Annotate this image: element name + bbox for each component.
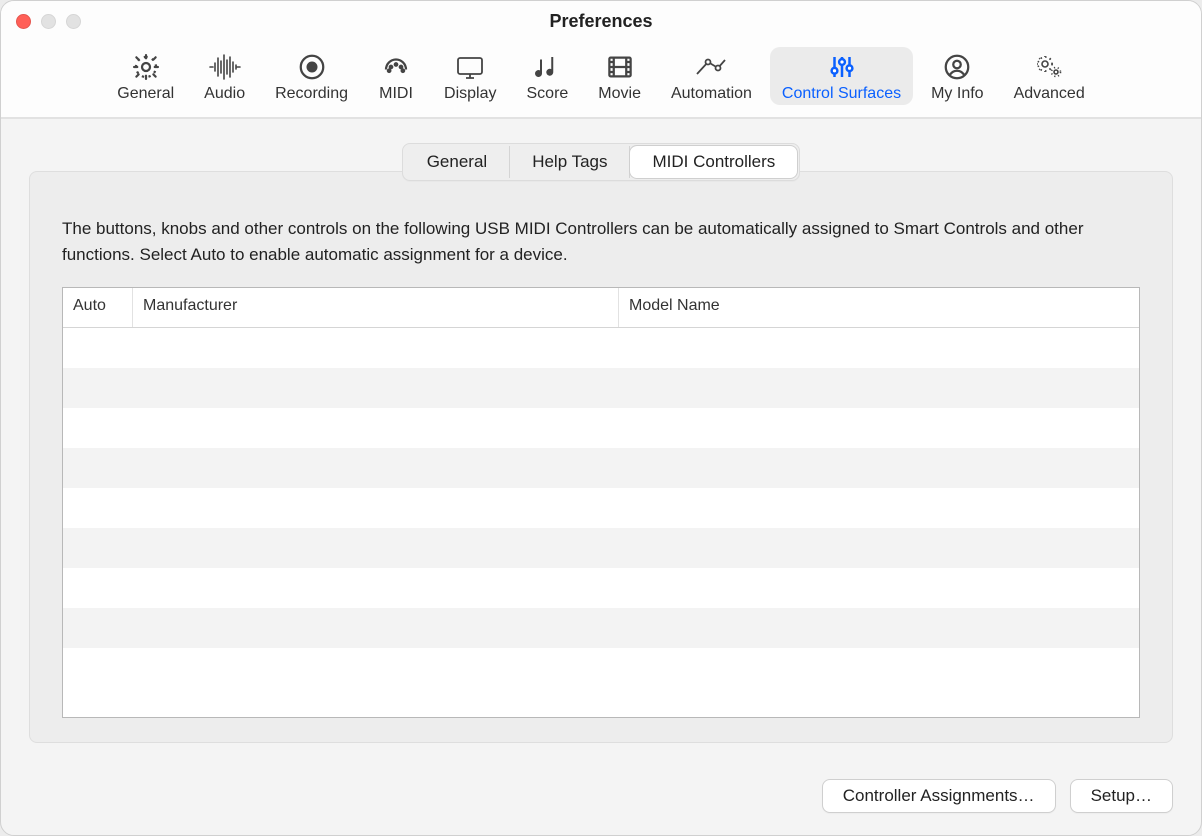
setup-button[interactable]: Setup… xyxy=(1070,779,1173,813)
toolbar-label: Automation xyxy=(671,85,752,103)
zoom-window-button[interactable] xyxy=(66,14,81,29)
gears-icon xyxy=(1033,49,1065,85)
tab-midi-controllers[interactable]: MIDI Controllers xyxy=(630,146,797,178)
toolbar-label: Control Surfaces xyxy=(782,85,901,103)
table-row xyxy=(63,608,1139,648)
table-row xyxy=(63,368,1139,408)
close-window-button[interactable] xyxy=(16,14,31,29)
tab-general[interactable]: General xyxy=(405,146,510,178)
table-header: Auto Manufacturer Model Name xyxy=(63,288,1139,328)
preferences-body: General Help Tags MIDI Controllers The b… xyxy=(1,119,1201,759)
description-text: The buttons, knobs and other controls on… xyxy=(62,216,1140,269)
toolbar-item-movie[interactable]: Movie xyxy=(586,47,653,105)
toolbar-label: Advanced xyxy=(1014,85,1085,103)
toolbar-item-automation[interactable]: Automation xyxy=(659,47,764,105)
window-controls xyxy=(16,14,81,29)
toolbar-label: General xyxy=(117,85,174,103)
toolbar-item-my-info[interactable]: My Info xyxy=(919,47,995,105)
titlebar: Preferences xyxy=(1,1,1201,41)
table-row xyxy=(63,568,1139,608)
sliders-icon xyxy=(827,49,857,85)
table-row xyxy=(63,648,1139,688)
automation-icon xyxy=(694,49,728,85)
film-icon xyxy=(605,49,635,85)
toolbar-item-control-surfaces[interactable]: Control Surfaces xyxy=(770,47,913,105)
toolbar-item-general[interactable]: General xyxy=(105,47,186,105)
column-model-name[interactable]: Model Name xyxy=(619,288,1139,327)
display-icon xyxy=(454,49,486,85)
toolbar-item-advanced[interactable]: Advanced xyxy=(1002,47,1097,105)
toolbar-item-score[interactable]: Score xyxy=(515,47,581,105)
toolbar-label: MIDI xyxy=(379,85,413,103)
footer-buttons: Controller Assignments… Setup… xyxy=(1,759,1201,835)
preferences-toolbar: General Audio Recording xyxy=(1,41,1201,119)
column-auto[interactable]: Auto xyxy=(63,288,133,327)
toolbar-label: Recording xyxy=(275,85,348,103)
segmented-tabs: General Help Tags MIDI Controllers xyxy=(402,143,801,181)
table-row xyxy=(63,448,1139,488)
table-row xyxy=(63,528,1139,568)
window-title: Preferences xyxy=(549,11,652,32)
toolbar-item-audio[interactable]: Audio xyxy=(192,47,257,105)
toolbar-label: Score xyxy=(527,85,569,103)
table-row xyxy=(63,408,1139,448)
gear-icon xyxy=(131,49,161,85)
toolbar-label: Audio xyxy=(204,85,245,103)
table-body[interactable] xyxy=(63,328,1139,717)
midi-controllers-table: Auto Manufacturer Model Name xyxy=(62,287,1140,718)
minimize-window-button[interactable] xyxy=(41,14,56,29)
toolbar-item-recording[interactable]: Recording xyxy=(263,47,360,105)
toolbar-label: Movie xyxy=(598,85,641,103)
table-row xyxy=(63,328,1139,368)
record-icon xyxy=(297,49,327,85)
preferences-window: Preferences General Aud xyxy=(0,0,1202,836)
toolbar-item-midi[interactable]: MIDI xyxy=(366,47,426,105)
toolbar-item-display[interactable]: Display xyxy=(432,47,508,105)
midi-icon xyxy=(381,49,411,85)
toolbar-label: Display xyxy=(444,85,496,103)
toolbar-label: My Info xyxy=(931,85,983,103)
music-notes-icon xyxy=(532,49,562,85)
waveform-icon xyxy=(208,49,242,85)
column-manufacturer[interactable]: Manufacturer xyxy=(133,288,619,327)
controller-assignments-button[interactable]: Controller Assignments… xyxy=(822,779,1056,813)
person-circle-icon xyxy=(942,49,972,85)
table-row xyxy=(63,488,1139,528)
content-pane: The buttons, knobs and other controls on… xyxy=(29,171,1173,743)
tab-help-tags[interactable]: Help Tags xyxy=(510,146,630,178)
